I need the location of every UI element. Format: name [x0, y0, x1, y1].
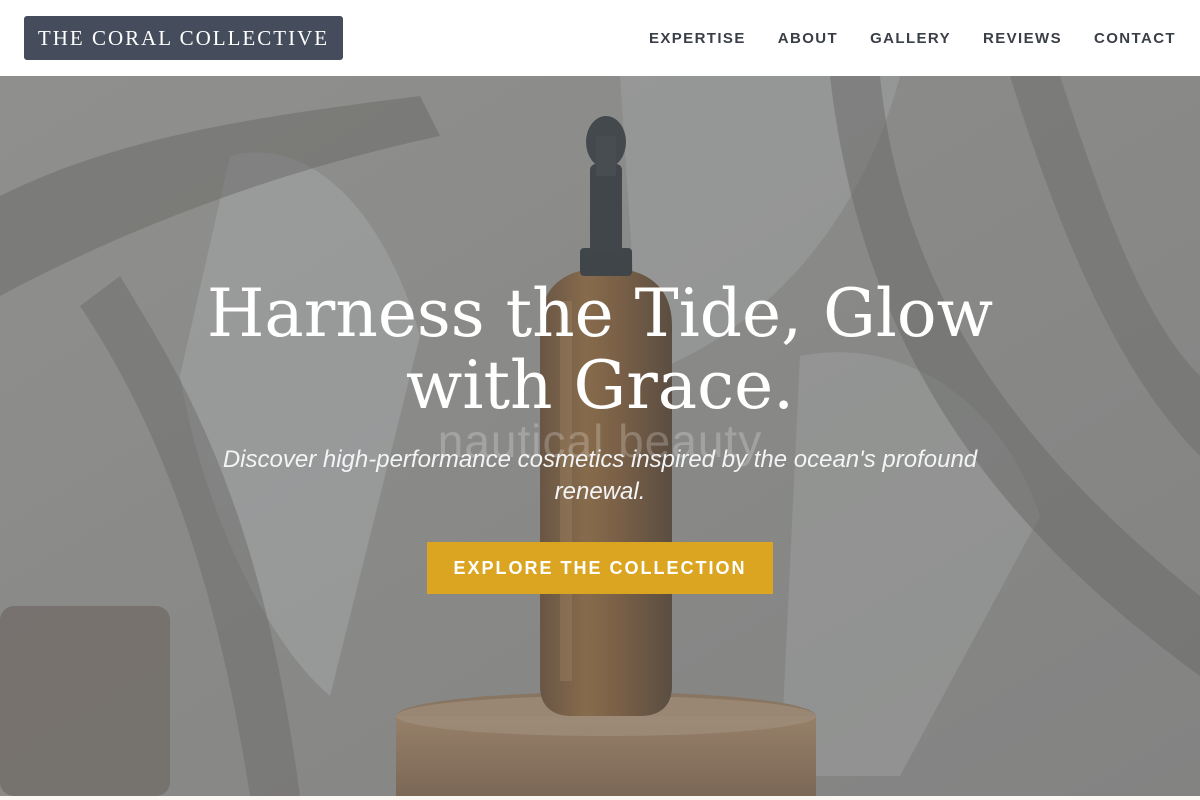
explore-collection-button[interactable]: EXPLORE THE COLLECTION — [427, 542, 773, 594]
nav-link-reviews[interactable]: REVIEWS — [983, 30, 1062, 47]
nav-link-expertise[interactable]: EXPERTISE — [649, 30, 746, 47]
nav-link-contact[interactable]: CONTACT — [1094, 30, 1176, 47]
hero-section: Harness the Tide, Glow with Grace. nauti… — [0, 76, 1200, 796]
nav-link-gallery[interactable]: GALLERY — [870, 30, 951, 47]
hero-headline: Harness the Tide, Glow with Grace. — [206, 275, 994, 424]
nav-link-about[interactable]: ABOUT — [778, 30, 838, 47]
hero-tagline: Discover high-performance cosmetics insp… — [222, 446, 978, 505]
main-nav: EXPERTISE ABOUT GALLERY REVIEWS CONTACT — [649, 30, 1176, 47]
brand-logo[interactable]: THE CORAL COLLECTIVE — [24, 16, 343, 60]
page-bottom-strip — [0, 796, 1200, 800]
hero-content: Harness the Tide, Glow with Grace. nauti… — [0, 76, 1200, 796]
site-header: THE CORAL COLLECTIVE EXPERTISE ABOUT GAL… — [0, 0, 1200, 76]
